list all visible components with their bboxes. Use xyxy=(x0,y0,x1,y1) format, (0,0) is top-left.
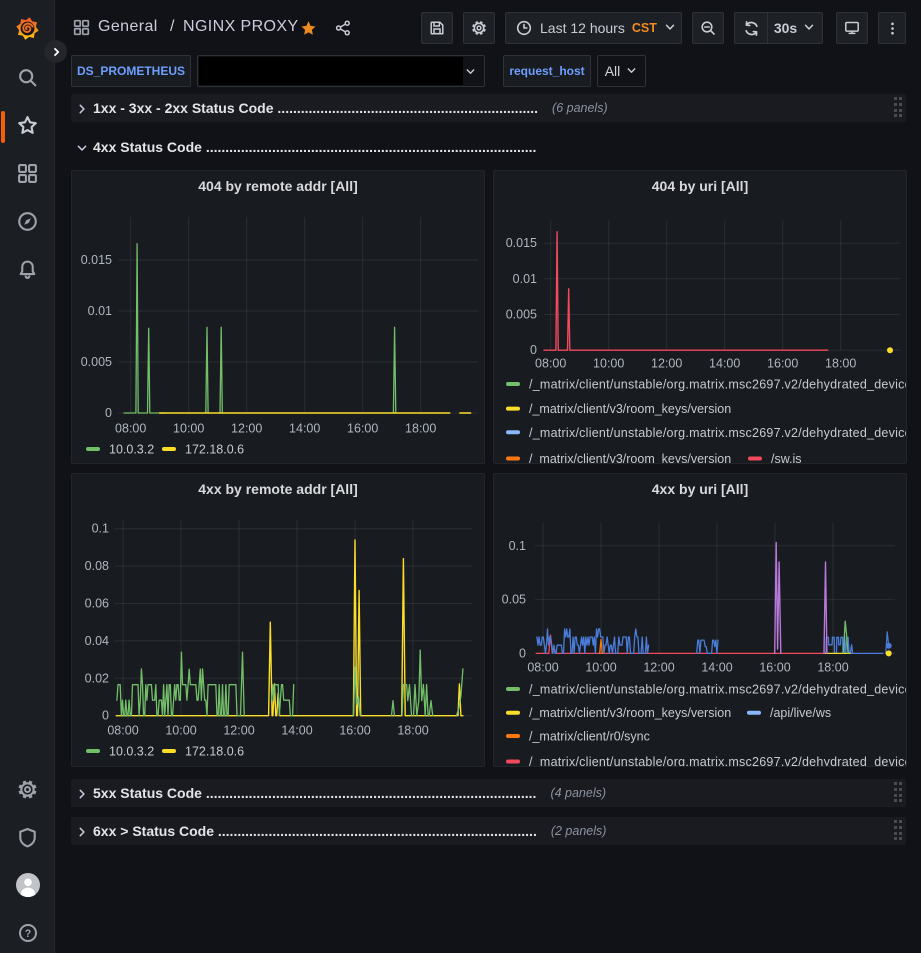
svg-text:16:00: 16:00 xyxy=(767,357,798,371)
svg-text:0.015: 0.015 xyxy=(81,253,112,267)
svg-text:0.01: 0.01 xyxy=(513,272,537,286)
svg-text:16:00: 16:00 xyxy=(339,724,370,738)
svg-text:/_matrix/client/v3/room_keys/v: /_matrix/client/v3/room_keys/version xyxy=(529,452,731,464)
svg-text:18:00: 18:00 xyxy=(825,357,856,371)
svg-text:0: 0 xyxy=(105,406,112,420)
svg-text:16:00: 16:00 xyxy=(347,422,378,436)
svg-text:/api/live/ws: /api/live/ws xyxy=(770,706,831,720)
svg-text:0: 0 xyxy=(102,709,109,723)
svg-text:0.015: 0.015 xyxy=(506,236,537,250)
svg-text:16:00: 16:00 xyxy=(759,661,790,675)
svg-text:0.06: 0.06 xyxy=(85,597,109,611)
svg-text:08:00: 08:00 xyxy=(107,724,138,738)
svg-text:18:00: 18:00 xyxy=(405,422,436,436)
svg-text:08:00: 08:00 xyxy=(527,661,558,675)
svg-text:14:00: 14:00 xyxy=(289,422,320,436)
svg-text:172.18.0.6: 172.18.0.6 xyxy=(185,745,244,759)
svg-text:12:00: 12:00 xyxy=(643,661,674,675)
svg-text:/_matrix/client/r0/sync: /_matrix/client/r0/sync xyxy=(529,730,650,744)
svg-text:12:00: 12:00 xyxy=(651,357,682,371)
svg-text:0.08: 0.08 xyxy=(85,559,109,573)
svg-text:18:00: 18:00 xyxy=(817,661,848,675)
svg-text:0.1: 0.1 xyxy=(92,522,109,536)
svg-text:0: 0 xyxy=(530,343,537,357)
svg-text:10:00: 10:00 xyxy=(165,724,196,738)
svg-text:10.0.3.2: 10.0.3.2 xyxy=(109,745,154,759)
svg-text:10:00: 10:00 xyxy=(593,357,624,371)
svg-text:12:00: 12:00 xyxy=(231,422,262,436)
svg-text:14:00: 14:00 xyxy=(701,661,732,675)
svg-text:14:00: 14:00 xyxy=(709,357,740,371)
svg-text:0.005: 0.005 xyxy=(81,355,112,369)
svg-text:?: ? xyxy=(24,928,30,940)
svg-text:10:00: 10:00 xyxy=(585,661,616,675)
svg-text:0.02: 0.02 xyxy=(85,671,109,685)
svg-text:0.1: 0.1 xyxy=(509,539,526,553)
svg-text:/_matrix/client/unstable/org.m: /_matrix/client/unstable/org.matrix.msc2… xyxy=(529,426,907,440)
svg-text:10.0.3.2: 10.0.3.2 xyxy=(109,443,154,457)
svg-text:18:00: 18:00 xyxy=(397,724,428,738)
svg-text:0.01: 0.01 xyxy=(88,304,112,318)
svg-text:0.005: 0.005 xyxy=(506,308,537,322)
svg-text:/_matrix/client/v3/room_keys/v: /_matrix/client/v3/room_keys/version xyxy=(529,706,731,720)
svg-text:/sw.js: /sw.js xyxy=(771,452,802,464)
svg-text:0.04: 0.04 xyxy=(85,634,109,648)
svg-text:/_matrix/client/unstable/org.m: /_matrix/client/unstable/org.matrix.msc2… xyxy=(529,755,907,767)
svg-text:10:00: 10:00 xyxy=(173,422,204,436)
svg-text:14:00: 14:00 xyxy=(281,724,312,738)
svg-text:/_matrix/client/unstable/org.m: /_matrix/client/unstable/org.matrix.msc2… xyxy=(529,378,907,392)
svg-text:08:00: 08:00 xyxy=(535,357,566,371)
svg-text:172.18.0.6: 172.18.0.6 xyxy=(185,443,244,457)
svg-text:/_matrix/client/v3/room_keys/v: /_matrix/client/v3/room_keys/version xyxy=(529,402,731,416)
svg-text:08:00: 08:00 xyxy=(115,422,146,436)
svg-text:/_matrix/client/unstable/org.m: /_matrix/client/unstable/org.matrix.msc2… xyxy=(529,683,907,697)
svg-text:0: 0 xyxy=(519,646,526,660)
svg-text:12:00: 12:00 xyxy=(223,724,254,738)
svg-text:0.05: 0.05 xyxy=(502,593,526,607)
